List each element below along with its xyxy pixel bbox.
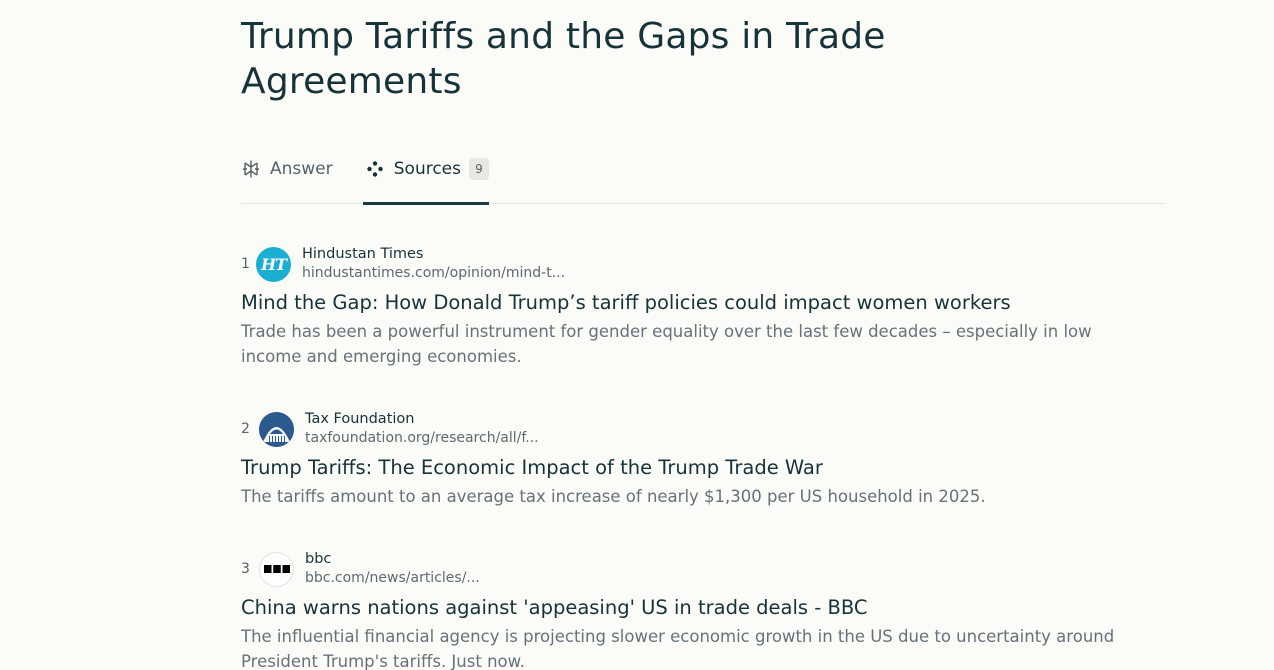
tab-answer[interactable]: Answer: [241, 150, 341, 203]
tab-sources-label: Sources: [393, 159, 461, 179]
source-title-link[interactable]: China warns nations against 'appeasing' …: [241, 595, 1166, 621]
source-name: Hindustan Times: [302, 246, 424, 262]
hindustan-times-logo-icon: HT: [256, 246, 291, 282]
source-item: 3 bbc bbc.com/news/articles/... China wa…: [241, 549, 1166, 670]
bbc-logo-icon: [259, 551, 294, 587]
logo-lettering: HT: [260, 254, 287, 274]
source-url: bbc.com/news/articles/...: [305, 570, 480, 586]
sources-icon: [365, 159, 385, 179]
source-url: hindustantimes.com/opinion/mind-t...: [302, 265, 566, 281]
source-number: 3: [241, 561, 250, 577]
source-number: 1: [241, 256, 250, 272]
source-title-link[interactable]: Trump Tariffs: The Economic Impact of th…: [241, 455, 1166, 481]
source-title-link[interactable]: Mind the Gap: How Donald Trump’s tariff …: [241, 290, 1166, 316]
page: Trump Tariffs and the Gaps in Trade Agre…: [0, 0, 1274, 670]
source-name: Tax Foundation: [305, 411, 415, 427]
source-header[interactable]: 3 bbc bbc.com/news/articles/...: [241, 549, 1166, 589]
sources-count-badge: 9: [469, 158, 489, 180]
source-snippet: The influential financial agency is proj…: [241, 627, 1115, 670]
source-item: 1 HT Hindustan Times hindustantimes.com/…: [241, 244, 1166, 369]
tab-sources[interactable]: Sources 9: [363, 150, 489, 205]
source-url: taxfoundation.org/research/all/f...: [305, 430, 539, 446]
tax-foundation-capitol-logo-icon: [259, 411, 294, 447]
source-number: 2: [241, 421, 250, 437]
answer-icon: [241, 159, 261, 179]
tab-bar: Answer Sources 9: [241, 150, 1166, 205]
page-title: Trump Tariffs and the Gaps in Trade Agre…: [241, 16, 886, 102]
source-header[interactable]: 1 HT Hindustan Times hindustantimes.com/…: [241, 244, 1166, 284]
source-snippet: Trade has been a powerful instrument for…: [241, 322, 1092, 366]
source-header[interactable]: 2 Tax Foundation taxfoundation.org/resea…: [241, 409, 1166, 449]
source-snippet: The tariffs amount to an average tax inc…: [241, 487, 986, 506]
source-item: 2 Tax Foundation taxfoundation.org/resea…: [241, 409, 1166, 509]
tab-answer-label: Answer: [270, 159, 333, 179]
source-name: bbc: [305, 551, 332, 567]
